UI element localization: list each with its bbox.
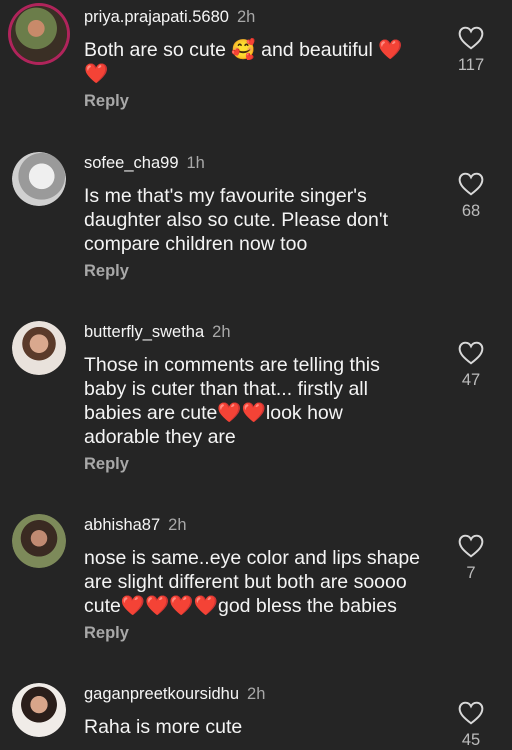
comment-text: Raha is more cute xyxy=(84,716,243,738)
reply-button[interactable]: Reply xyxy=(84,624,129,643)
comment-meta: priya.prajapati.5680 2h xyxy=(84,8,255,27)
comment-text: Both are so cute 🥰 and beautiful ❤️ ❤️ xyxy=(84,39,403,85)
username[interactable]: butterfly_swetha xyxy=(84,323,204,341)
like-count: 47 xyxy=(461,371,481,389)
username[interactable]: sofee_cha99 xyxy=(84,154,179,172)
like-count: 45 xyxy=(461,731,481,749)
timestamp: 2h xyxy=(236,8,256,26)
username[interactable]: priya.prajapati.5680 xyxy=(84,8,229,26)
comment-meta: abhisha87 2h xyxy=(84,516,187,535)
timestamp: 2h xyxy=(168,516,187,534)
avatar[interactable] xyxy=(12,152,66,206)
heart-icon xyxy=(458,26,484,50)
like-button[interactable]: 7 xyxy=(447,534,495,583)
like-button[interactable]: 68 xyxy=(447,172,495,221)
comment-text: Is me that's my favourite singer's daugh… xyxy=(84,185,389,255)
comment-meta: butterfly_swetha 2h xyxy=(84,323,231,342)
username[interactable]: gaganpreetkoursidhu xyxy=(84,685,239,703)
heart-icon xyxy=(458,341,484,365)
reply-button[interactable]: Reply xyxy=(84,262,129,281)
like-button[interactable]: 117 xyxy=(447,26,495,75)
heart-icon xyxy=(458,701,484,725)
avatar[interactable] xyxy=(12,514,66,568)
timestamp: 2h xyxy=(247,685,266,703)
like-button[interactable]: 45 xyxy=(447,701,495,750)
comment-text: Those in comments are telling this baby … xyxy=(84,354,380,448)
like-button[interactable]: 47 xyxy=(447,341,495,390)
reply-button[interactable]: Reply xyxy=(84,92,129,111)
avatar[interactable] xyxy=(12,321,66,375)
heart-icon xyxy=(458,172,484,196)
like-count: 7 xyxy=(466,564,476,582)
like-count: 68 xyxy=(461,202,481,220)
username[interactable]: abhisha87 xyxy=(84,516,160,534)
timestamp: 1h xyxy=(186,154,205,172)
comment-meta: sofee_cha99 1h xyxy=(84,154,205,173)
heart-icon xyxy=(458,534,484,558)
avatar[interactable] xyxy=(12,683,66,737)
like-count: 117 xyxy=(457,56,485,74)
reply-button[interactable]: Reply xyxy=(84,455,129,474)
comment-text: nose is same..eye color and lips shape a… xyxy=(84,547,421,617)
avatar[interactable] xyxy=(11,6,67,62)
timestamp: 2h xyxy=(212,323,231,341)
comment-meta: gaganpreetkoursidhu 2h xyxy=(84,685,265,704)
